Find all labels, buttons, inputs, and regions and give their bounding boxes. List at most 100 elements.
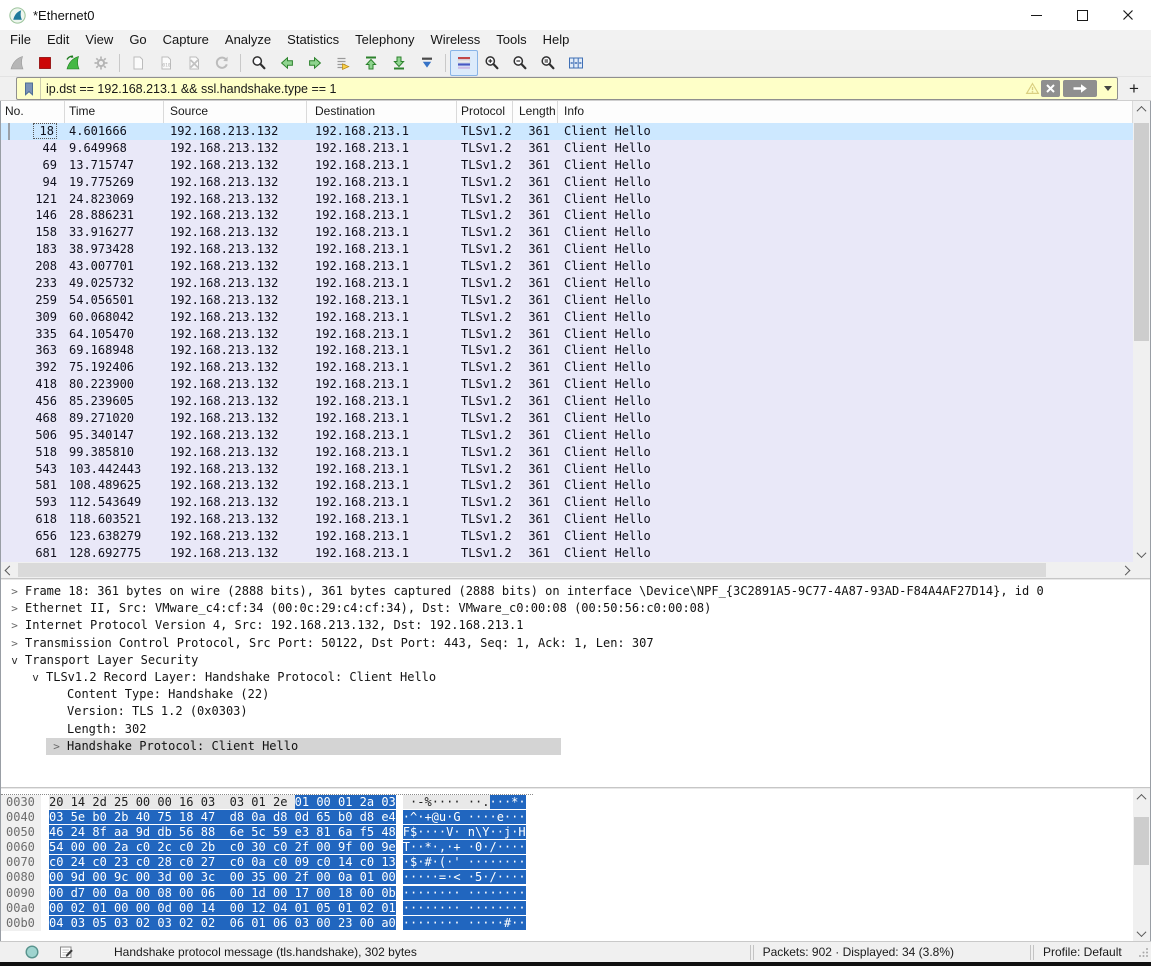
zoom-out-icon[interactable] xyxy=(506,50,534,76)
expert-info-icon[interactable] xyxy=(24,944,40,960)
detail-row[interactable]: >Internet Protocol Version 4, Src: 192.1… xyxy=(1,617,1150,634)
packet-row[interactable]: 6913.715747192.168.213.132192.168.213.1T… xyxy=(1,157,1133,174)
menu-statistics[interactable]: Statistics xyxy=(279,30,347,50)
hex-row[interactable]: 00b004 03 05 03 02 03 02 02 06 01 06 03 … xyxy=(1,916,533,931)
horizontal-scrollbar[interactable] xyxy=(1,562,1133,578)
bytes-scroll-thumb[interactable] xyxy=(1134,817,1149,865)
detail-row[interactable]: Content Type: Handshake (22) xyxy=(1,686,1150,703)
packet-row[interactable]: 45685.239605192.168.213.132192.168.213.1… xyxy=(1,393,1133,410)
column-header-no[interactable]: No. xyxy=(1,101,65,123)
expand-icon[interactable]: > xyxy=(4,635,25,652)
resize-grip[interactable] xyxy=(1139,946,1149,960)
go-forward-icon[interactable] xyxy=(301,50,329,76)
hex-ascii[interactable]: ········ ········ xyxy=(403,886,526,901)
stop-capture-icon[interactable] xyxy=(31,50,59,76)
hex-bytes[interactable]: 00 9d 00 9c 00 3d 00 3c 00 35 00 2f 00 0… xyxy=(49,870,396,885)
column-header-destination[interactable]: Destination xyxy=(307,101,457,123)
detail-row[interactable]: vTLSv1.2 Record Layer: Handshake Protoco… xyxy=(1,669,1150,686)
resize-columns-icon[interactable] xyxy=(562,50,590,76)
packet-row[interactable]: 51899.385810192.168.213.132192.168.213.1… xyxy=(1,444,1133,461)
scroll-down-button[interactable] xyxy=(1133,546,1150,562)
menu-tools[interactable]: Tools xyxy=(488,30,534,50)
hex-ascii[interactable]: ········ ········ xyxy=(403,901,526,916)
collapse-icon[interactable]: v xyxy=(25,669,46,686)
hex-ascii[interactable]: ········ ·····#·· xyxy=(403,916,526,931)
column-header-length[interactable]: Length xyxy=(513,101,558,123)
go-back-icon[interactable] xyxy=(273,50,301,76)
hex-bytes[interactable]: 54 00 00 2a c0 2c c0 2b c0 30 c0 2f 00 9… xyxy=(49,840,396,855)
detail-row[interactable]: vTransport Layer Security xyxy=(1,652,1150,669)
colorize-icon[interactable] xyxy=(450,50,478,76)
bytes-scroll-up-button[interactable] xyxy=(1133,789,1150,805)
packet-row[interactable]: 543103.442443192.168.213.132192.168.213.… xyxy=(1,461,1133,478)
hex-row[interactable]: 006054 00 00 2a c0 2c c0 2b c0 30 c0 2f … xyxy=(1,840,533,855)
packet-row-selected[interactable]: 184.601666192.168.213.132192.168.213.1TL… xyxy=(1,123,1133,140)
column-header-protocol[interactable]: Protocol xyxy=(457,101,513,123)
scroll-up-button[interactable] xyxy=(1133,101,1150,117)
detail-row[interactable]: Length: 302 xyxy=(1,721,1150,738)
menu-go[interactable]: Go xyxy=(121,30,154,50)
menu-edit[interactable]: Edit xyxy=(39,30,77,50)
auto-scroll-icon[interactable] xyxy=(413,50,441,76)
hex-bytes[interactable]: 04 03 05 03 02 03 02 02 06 01 06 03 00 2… xyxy=(49,916,396,931)
hex-row[interactable]: 0070c0 24 c0 23 c0 28 c0 27 c0 0a c0 09 … xyxy=(1,855,533,870)
filter-apply-button[interactable] xyxy=(1063,80,1097,97)
hex-bytes[interactable]: 00 d7 00 0a 00 08 00 06 00 1d 00 17 00 1… xyxy=(49,886,396,901)
packet-row[interactable]: 23349.025732192.168.213.132192.168.213.1… xyxy=(1,275,1133,292)
capture-comment-icon[interactable] xyxy=(58,944,74,960)
packet-row[interactable]: 15833.916277192.168.213.132192.168.213.1… xyxy=(1,224,1133,241)
packet-row[interactable]: 449.649968192.168.213.132192.168.213.1TL… xyxy=(1,140,1133,157)
column-header-info[interactable]: Info xyxy=(558,101,1133,123)
hex-bytes[interactable]: 46 24 8f aa 9d db 56 88 6e 5c 59 e3 81 6… xyxy=(49,825,396,840)
detail-row[interactable]: >Frame 18: 361 bytes on wire (2888 bits)… xyxy=(1,583,1150,600)
packet-row[interactable]: 14628.886231192.168.213.132192.168.213.1… xyxy=(1,207,1133,224)
expand-icon[interactable]: > xyxy=(4,617,25,634)
add-filter-button[interactable]: + xyxy=(1123,78,1145,100)
expand-icon[interactable]: > xyxy=(4,600,25,617)
detail-row-selected[interactable]: >Handshake Protocol: Client Hello xyxy=(1,738,1150,755)
go-to-packet-icon[interactable] xyxy=(329,50,357,76)
restart-capture-icon[interactable] xyxy=(59,50,87,76)
packet-row[interactable]: 9419.775269192.168.213.132192.168.213.1T… xyxy=(1,174,1133,191)
packet-row[interactable]: 656123.638279192.168.213.132192.168.213.… xyxy=(1,528,1133,545)
menu-analyze[interactable]: Analyze xyxy=(217,30,279,50)
bookmark-icon[interactable] xyxy=(17,78,41,99)
detail-row[interactable]: >Transmission Control Protocol, Src Port… xyxy=(1,635,1150,652)
packet-row[interactable]: 30960.068042192.168.213.132192.168.213.1… xyxy=(1,309,1133,326)
filter-clear-button[interactable] xyxy=(1041,80,1060,97)
packet-row[interactable]: 36369.168948192.168.213.132192.168.213.1… xyxy=(1,342,1133,359)
packet-row[interactable]: 20843.007701192.168.213.132192.168.213.1… xyxy=(1,258,1133,275)
packet-row[interactable]: 46889.271020192.168.213.132192.168.213.1… xyxy=(1,410,1133,427)
hex-ascii[interactable]: ·····=·< ·5·/···· xyxy=(403,870,526,885)
filter-dropdown-button[interactable] xyxy=(1100,80,1115,97)
packet-row[interactable]: 593112.543649192.168.213.132192.168.213.… xyxy=(1,494,1133,511)
packet-row[interactable]: 39275.192406192.168.213.132192.168.213.1… xyxy=(1,359,1133,376)
hex-row[interactable]: 005046 24 8f aa 9d db 56 88 6e 5c 59 e3 … xyxy=(1,825,533,840)
packet-row[interactable]: 25954.056501192.168.213.132192.168.213.1… xyxy=(1,292,1133,309)
scroll-left-button[interactable] xyxy=(1,562,17,578)
filter-input[interactable] xyxy=(41,82,1023,96)
collapse-icon[interactable]: v xyxy=(4,652,25,669)
go-last-icon[interactable] xyxy=(385,50,413,76)
zoom-reset-icon[interactable] xyxy=(534,50,562,76)
packet-row[interactable]: 50695.340147192.168.213.132192.168.213.1… xyxy=(1,427,1133,444)
hex-bytes[interactable]: 20 14 2d 25 00 00 16 03 03 01 2e 01 00 0… xyxy=(49,795,396,810)
minimize-button[interactable] xyxy=(1013,0,1059,30)
detail-row[interactable]: Version: TLS 1.2 (0x0303) xyxy=(1,703,1150,720)
profile-label[interactable]: Profile: Default xyxy=(1043,945,1151,959)
hex-row[interactable]: 009000 d7 00 0a 00 08 00 06 00 1d 00 17 … xyxy=(1,886,533,901)
scroll-right-button[interactable] xyxy=(1117,562,1133,578)
hex-ascii[interactable]: F$····V· n\Y··j·H xyxy=(403,825,526,840)
menu-view[interactable]: View xyxy=(77,30,121,50)
expand-icon[interactable]: > xyxy=(46,738,67,755)
filter-field[interactable] xyxy=(16,77,1118,100)
packet-row[interactable]: 12124.823069192.168.213.132192.168.213.1… xyxy=(1,191,1133,208)
hex-bytes[interactable]: 00 02 01 00 00 0d 00 14 00 12 04 01 05 0… xyxy=(49,901,396,916)
expand-icon[interactable]: > xyxy=(4,583,25,600)
vertical-scroll-thumb[interactable] xyxy=(1134,123,1149,341)
hex-row[interactable]: 00a000 02 01 00 00 0d 00 14 00 12 04 01 … xyxy=(1,901,533,916)
hex-ascii[interactable]: T··*·,·+ ·0·/···· xyxy=(403,840,526,855)
bytes-scrollbar[interactable] xyxy=(1133,789,1150,941)
packet-row[interactable]: 41880.223900192.168.213.132192.168.213.1… xyxy=(1,376,1133,393)
menu-file[interactable]: File xyxy=(2,30,39,50)
